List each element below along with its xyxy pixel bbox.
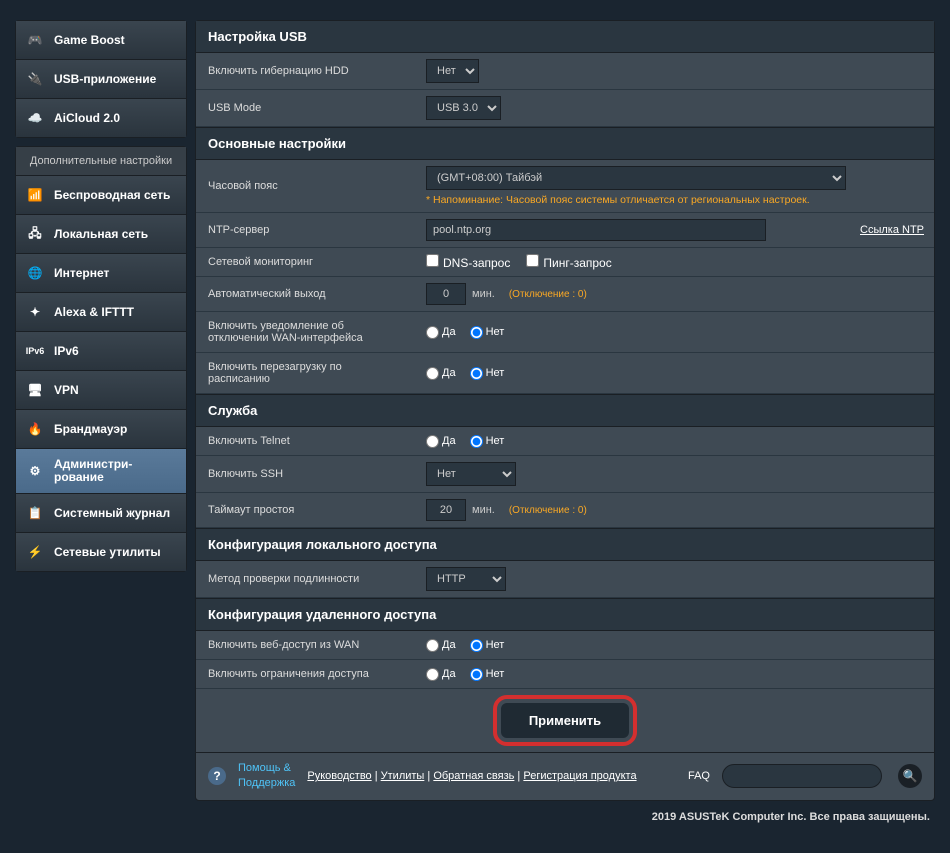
sidebar-item-vpn[interactable]: 🖥VPN <box>16 371 186 410</box>
idle-timeout-label: Таймаут простоя <box>196 493 416 527</box>
wan-access-yes[interactable]: Да <box>426 639 456 652</box>
sidebar-item-lan[interactable]: 🖧Локальная сеть <box>16 215 186 254</box>
lan-icon: 🖧 <box>24 224 46 244</box>
ntp-link[interactable]: Ссылка NTP <box>860 224 924 236</box>
hdd-hibernation-label: Включить гибернацию HDD <box>196 53 416 89</box>
timezone-reminder: * Напоминание: Часовой пояс системы отли… <box>426 194 924 206</box>
wan-notify-no[interactable]: Нет <box>470 326 505 339</box>
wifi-icon: 📶 <box>24 185 46 205</box>
sidebar-item-game-boost[interactable]: 🎮Game Boost <box>16 21 186 60</box>
ipv6-icon: IPv6 <box>24 341 46 361</box>
main-panel: Настройка USB Включить гибернацию HDD Не… <box>195 20 935 801</box>
group-service-title: Служба <box>196 394 934 427</box>
faq-label: FAQ <box>688 770 710 782</box>
telnet-no[interactable]: Нет <box>470 435 505 448</box>
auto-logout-hint: (Отключение : 0) <box>509 289 587 300</box>
auth-method-label: Метод проверки подлинности <box>196 561 416 597</box>
hdd-hibernation-select[interactable]: Нет <box>426 59 479 83</box>
idle-timeout-input[interactable] <box>426 499 466 521</box>
scheduled-reboot-label: Включить перезагрузку по расписанию <box>196 353 416 393</box>
scheduled-reboot-no[interactable]: Нет <box>470 367 505 380</box>
link-manual[interactable]: Руководство <box>307 770 371 782</box>
sidebar-item-firewall[interactable]: 🔥Брандмауэр <box>16 410 186 449</box>
ssh-label: Включить SSH <box>196 456 416 492</box>
fire-icon: 🔥 <box>24 419 46 439</box>
timezone-select[interactable]: (GMT+08:00) Тайбэй <box>426 166 846 190</box>
vpn-icon: 🖥 <box>24 380 46 400</box>
link-utilities[interactable]: Утилиты <box>381 770 425 782</box>
wan-notify-yes[interactable]: Да <box>426 326 456 339</box>
timezone-label: Часовой пояс <box>196 160 416 212</box>
telnet-label: Включить Telnet <box>196 427 416 455</box>
search-button[interactable]: 🔍 <box>898 764 922 788</box>
link-feedback[interactable]: Обратная связь <box>433 770 514 782</box>
alexa-icon: ✦ <box>24 302 46 322</box>
wan-notify-label: Включить уведомление об отключении WAN-и… <box>196 312 416 352</box>
sidebar-item-wireless[interactable]: 📶Беспроводная сеть <box>16 176 186 215</box>
log-icon: 📋 <box>24 503 46 523</box>
sidebar-item-ipv6[interactable]: IPv6IPv6 <box>16 332 186 371</box>
usb-mode-select[interactable]: USB 3.0 <box>426 96 501 120</box>
sidebar-advanced: Дополнительные настройки 📶Беспроводная с… <box>15 146 187 572</box>
idle-timeout-hint: (Отключение : 0) <box>509 505 587 516</box>
wan-access-no[interactable]: Нет <box>470 639 505 652</box>
sidebar-item-alexa[interactable]: ✦Alexa & IFTTT <box>16 293 186 332</box>
group-remote-title: Конфигурация удаленного доступа <box>196 598 934 631</box>
sidebar-heading: Дополнительные настройки <box>16 147 186 176</box>
dns-query-checkbox[interactable]: DNS-запрос <box>426 254 510 270</box>
tools-icon: ⚡ <box>24 542 46 562</box>
scheduled-reboot-yes[interactable]: Да <box>426 367 456 380</box>
access-restrict-label: Включить ограничения доступа <box>196 660 416 688</box>
sidebar-item-aicloud[interactable]: ☁️AiCloud 2.0 <box>16 99 186 137</box>
admin-icon: ⚙ <box>24 461 46 481</box>
auto-logout-label: Автоматический выход <box>196 277 416 311</box>
footer-links: Руководство | Утилиты | Обратная связь |… <box>307 770 636 782</box>
apply-button[interactable]: Применить <box>501 703 629 738</box>
search-icon: 🔍 <box>903 769 918 783</box>
wan-access-label: Включить веб-доступ из WAN <box>196 631 416 659</box>
access-restrict-no[interactable]: Нет <box>470 668 505 681</box>
ntp-server-input[interactable] <box>426 219 766 241</box>
network-monitoring-label: Сетевой мониторинг <box>196 248 416 276</box>
auth-method-select[interactable]: HTTP <box>426 567 506 591</box>
usb-mode-label: USB Mode <box>196 90 416 126</box>
sidebar-item-nettools[interactable]: ⚡Сетевые утилиты <box>16 533 186 571</box>
ntp-server-label: NTP-сервер <box>196 213 416 247</box>
faq-search-input[interactable] <box>722 764 882 788</box>
sidebar-top: 🎮Game Boost 🔌USB-приложение ☁️AiCloud 2.… <box>15 20 187 138</box>
globe-icon: 🌐 <box>24 263 46 283</box>
copyright: 2019 ASUSTeK Computer Inc. Все права защ… <box>0 801 950 853</box>
usb-icon: 🔌 <box>24 69 46 89</box>
access-restrict-yes[interactable]: Да <box>426 668 456 681</box>
group-local-title: Конфигурация локального доступа <box>196 528 934 561</box>
telnet-yes[interactable]: Да <box>426 435 456 448</box>
gamepad-icon: 🎮 <box>24 30 46 50</box>
ping-query-checkbox[interactable]: Пинг-запрос <box>526 254 611 270</box>
help-support-label: Помощь & Поддержка <box>238 761 295 792</box>
group-basic-title: Основные настройки <box>196 127 934 160</box>
sidebar-item-usb-app[interactable]: 🔌USB-приложение <box>16 60 186 99</box>
ssh-select[interactable]: Нет <box>426 462 516 486</box>
sidebar-item-syslog[interactable]: 📋Системный журнал <box>16 494 186 533</box>
link-register[interactable]: Регистрация продукта <box>523 770 636 782</box>
auto-logout-input[interactable] <box>426 283 466 305</box>
cloud-icon: ☁️ <box>24 108 46 128</box>
help-icon[interactable]: ? <box>208 767 226 785</box>
footer: ? Помощь & Поддержка Руководство | Утили… <box>196 752 934 800</box>
sidebar-item-administration[interactable]: ⚙Администри- рование <box>16 449 186 494</box>
sidebar-item-internet[interactable]: 🌐Интернет <box>16 254 186 293</box>
group-usb-title: Настройка USB <box>196 21 934 53</box>
